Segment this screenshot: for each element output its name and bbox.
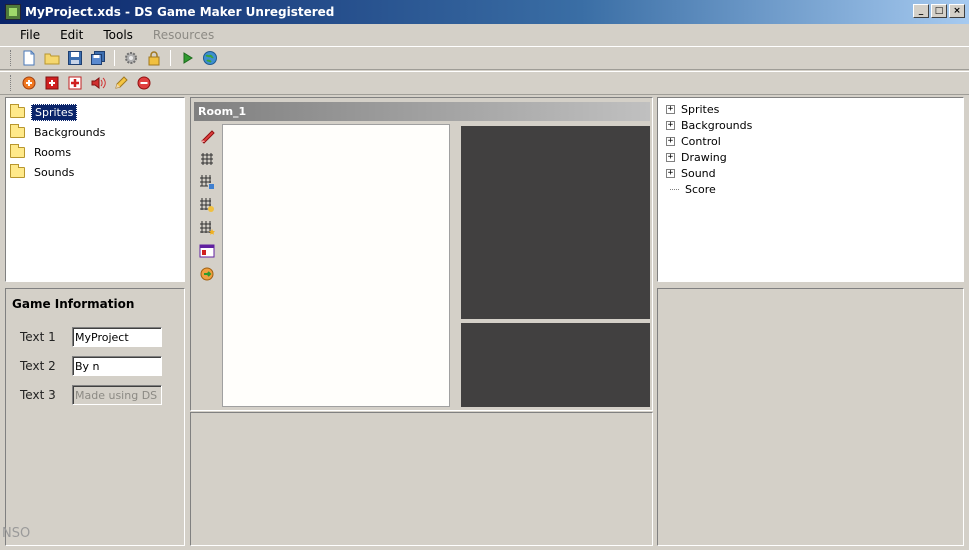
menu-resources[interactable]: Resources	[143, 28, 224, 42]
room-title: Room_1	[194, 102, 650, 121]
resources-panel: Sprites Backgrounds Rooms Sounds	[5, 97, 185, 282]
tree-label: Control	[681, 134, 721, 148]
grid-icon[interactable]	[198, 150, 216, 168]
main-toolbar	[0, 46, 969, 70]
gear-icon[interactable]	[122, 49, 140, 67]
game-info-title: Game Information	[12, 297, 135, 311]
game-info-row-1: Text 1	[20, 327, 162, 347]
menu-tools[interactable]: Tools	[93, 28, 143, 42]
globe-icon[interactable]	[201, 49, 219, 67]
top-screen-preview[interactable]	[461, 126, 650, 319]
tree-label: Score	[685, 182, 716, 196]
menu-bar: File Edit Tools Resources	[0, 24, 969, 45]
open-folder-icon[interactable]	[43, 49, 61, 67]
properties-panel	[657, 288, 964, 546]
room-canvas[interactable]	[222, 124, 450, 407]
grid-star-icon[interactable]	[198, 219, 216, 237]
resources-list: Sprites Backgrounds Rooms Sounds	[6, 98, 184, 182]
add-sprite-icon[interactable]	[20, 74, 38, 92]
new-file-icon[interactable]	[20, 49, 38, 67]
tree-item-score[interactable]: Score	[666, 181, 963, 197]
resource-item-sprites[interactable]: Sprites	[10, 102, 184, 122]
text2-label: Text 2	[20, 359, 56, 373]
center-bottom-panel	[190, 412, 653, 546]
expand-plus-icon[interactable]: +	[666, 120, 675, 130]
add-background-icon[interactable]	[43, 74, 61, 92]
actions-tree: + Sprites + Backgrounds + Control + Draw…	[658, 98, 963, 197]
text3-input[interactable]	[72, 385, 162, 405]
tree-label: Sprites	[681, 102, 720, 116]
tree-label: Sound	[681, 166, 716, 180]
window-title: MyProject.xds - DS Game Maker Unregister…	[25, 5, 335, 19]
menu-file[interactable]: File	[10, 28, 50, 42]
expand-plus-icon[interactable]: +	[666, 152, 675, 162]
tree-connector	[670, 188, 679, 190]
folder-icon	[10, 163, 25, 178]
resource-item-rooms[interactable]: Rooms	[10, 142, 184, 162]
add-room-icon[interactable]	[66, 74, 84, 92]
refresh-arrow-icon[interactable]	[198, 265, 216, 283]
close-button[interactable]: ×	[949, 4, 965, 18]
title-bar[interactable]: MyProject.xds - DS Game Maker Unregister…	[0, 0, 969, 24]
play-icon[interactable]	[178, 49, 196, 67]
expand-plus-icon[interactable]: +	[666, 168, 675, 178]
tree-label: Drawing	[681, 150, 727, 164]
resource-label: Rooms	[34, 145, 72, 159]
grid-select-icon[interactable]	[198, 173, 216, 191]
resource-item-backgrounds[interactable]: Backgrounds	[10, 122, 184, 142]
grid-snap-icon[interactable]	[198, 196, 216, 214]
game-info-panel: Game Information Text 1 Text 2 Text 3	[5, 288, 185, 546]
tree-item-drawing[interactable]: + Drawing	[666, 149, 963, 165]
app-icon	[5, 4, 21, 20]
tree-item-control[interactable]: + Control	[666, 133, 963, 149]
tree-item-backgrounds[interactable]: + Backgrounds	[666, 117, 963, 133]
tree-item-sprites[interactable]: + Sprites	[666, 101, 963, 117]
text1-input[interactable]	[72, 327, 162, 347]
edit-pencil-icon[interactable]	[112, 74, 130, 92]
resource-label: Backgrounds	[34, 125, 106, 139]
expand-plus-icon[interactable]: +	[666, 136, 675, 146]
resource-label: Sounds	[34, 165, 75, 179]
toolbar-separator	[170, 50, 171, 66]
folder-icon	[10, 123, 25, 138]
resources-toolbar	[0, 71, 969, 95]
tree-label: Backgrounds	[681, 118, 753, 132]
game-info-row-2: Text 2	[20, 356, 162, 376]
toolbar-separator	[114, 50, 115, 66]
window-controls: _ □ ×	[913, 4, 965, 18]
lock-icon[interactable]	[145, 49, 163, 67]
toolbar-grip[interactable]	[10, 50, 13, 66]
menu-edit[interactable]: Edit	[50, 28, 93, 42]
tree-item-sound[interactable]: + Sound	[666, 165, 963, 181]
expand-plus-icon[interactable]: +	[666, 104, 675, 114]
text2-input[interactable]	[72, 356, 162, 376]
minimize-button[interactable]: _	[913, 4, 929, 18]
maximize-button[interactable]: □	[931, 4, 947, 18]
actions-panel: + Sprites + Backgrounds + Control + Draw…	[657, 97, 964, 282]
text1-label: Text 1	[20, 330, 56, 344]
delete-icon[interactable]	[135, 74, 153, 92]
save-all-icon[interactable]	[89, 49, 107, 67]
watermark-text: NSO	[2, 526, 31, 541]
room-tools	[194, 121, 219, 407]
folder-icon	[10, 143, 25, 158]
eraser-icon[interactable]	[198, 127, 216, 145]
game-info-row-3: Text 3	[20, 385, 162, 405]
add-sound-icon[interactable]	[89, 74, 107, 92]
text3-label: Text 3	[20, 388, 56, 402]
toolbar-grip[interactable]	[10, 75, 13, 91]
folder-icon	[10, 103, 25, 118]
resource-label: Sprites	[31, 103, 78, 121]
bottom-screen-preview[interactable]	[461, 323, 650, 407]
save-icon[interactable]	[66, 49, 84, 67]
room-window-icon[interactable]	[198, 242, 216, 260]
resource-item-sounds[interactable]: Sounds	[10, 162, 184, 182]
